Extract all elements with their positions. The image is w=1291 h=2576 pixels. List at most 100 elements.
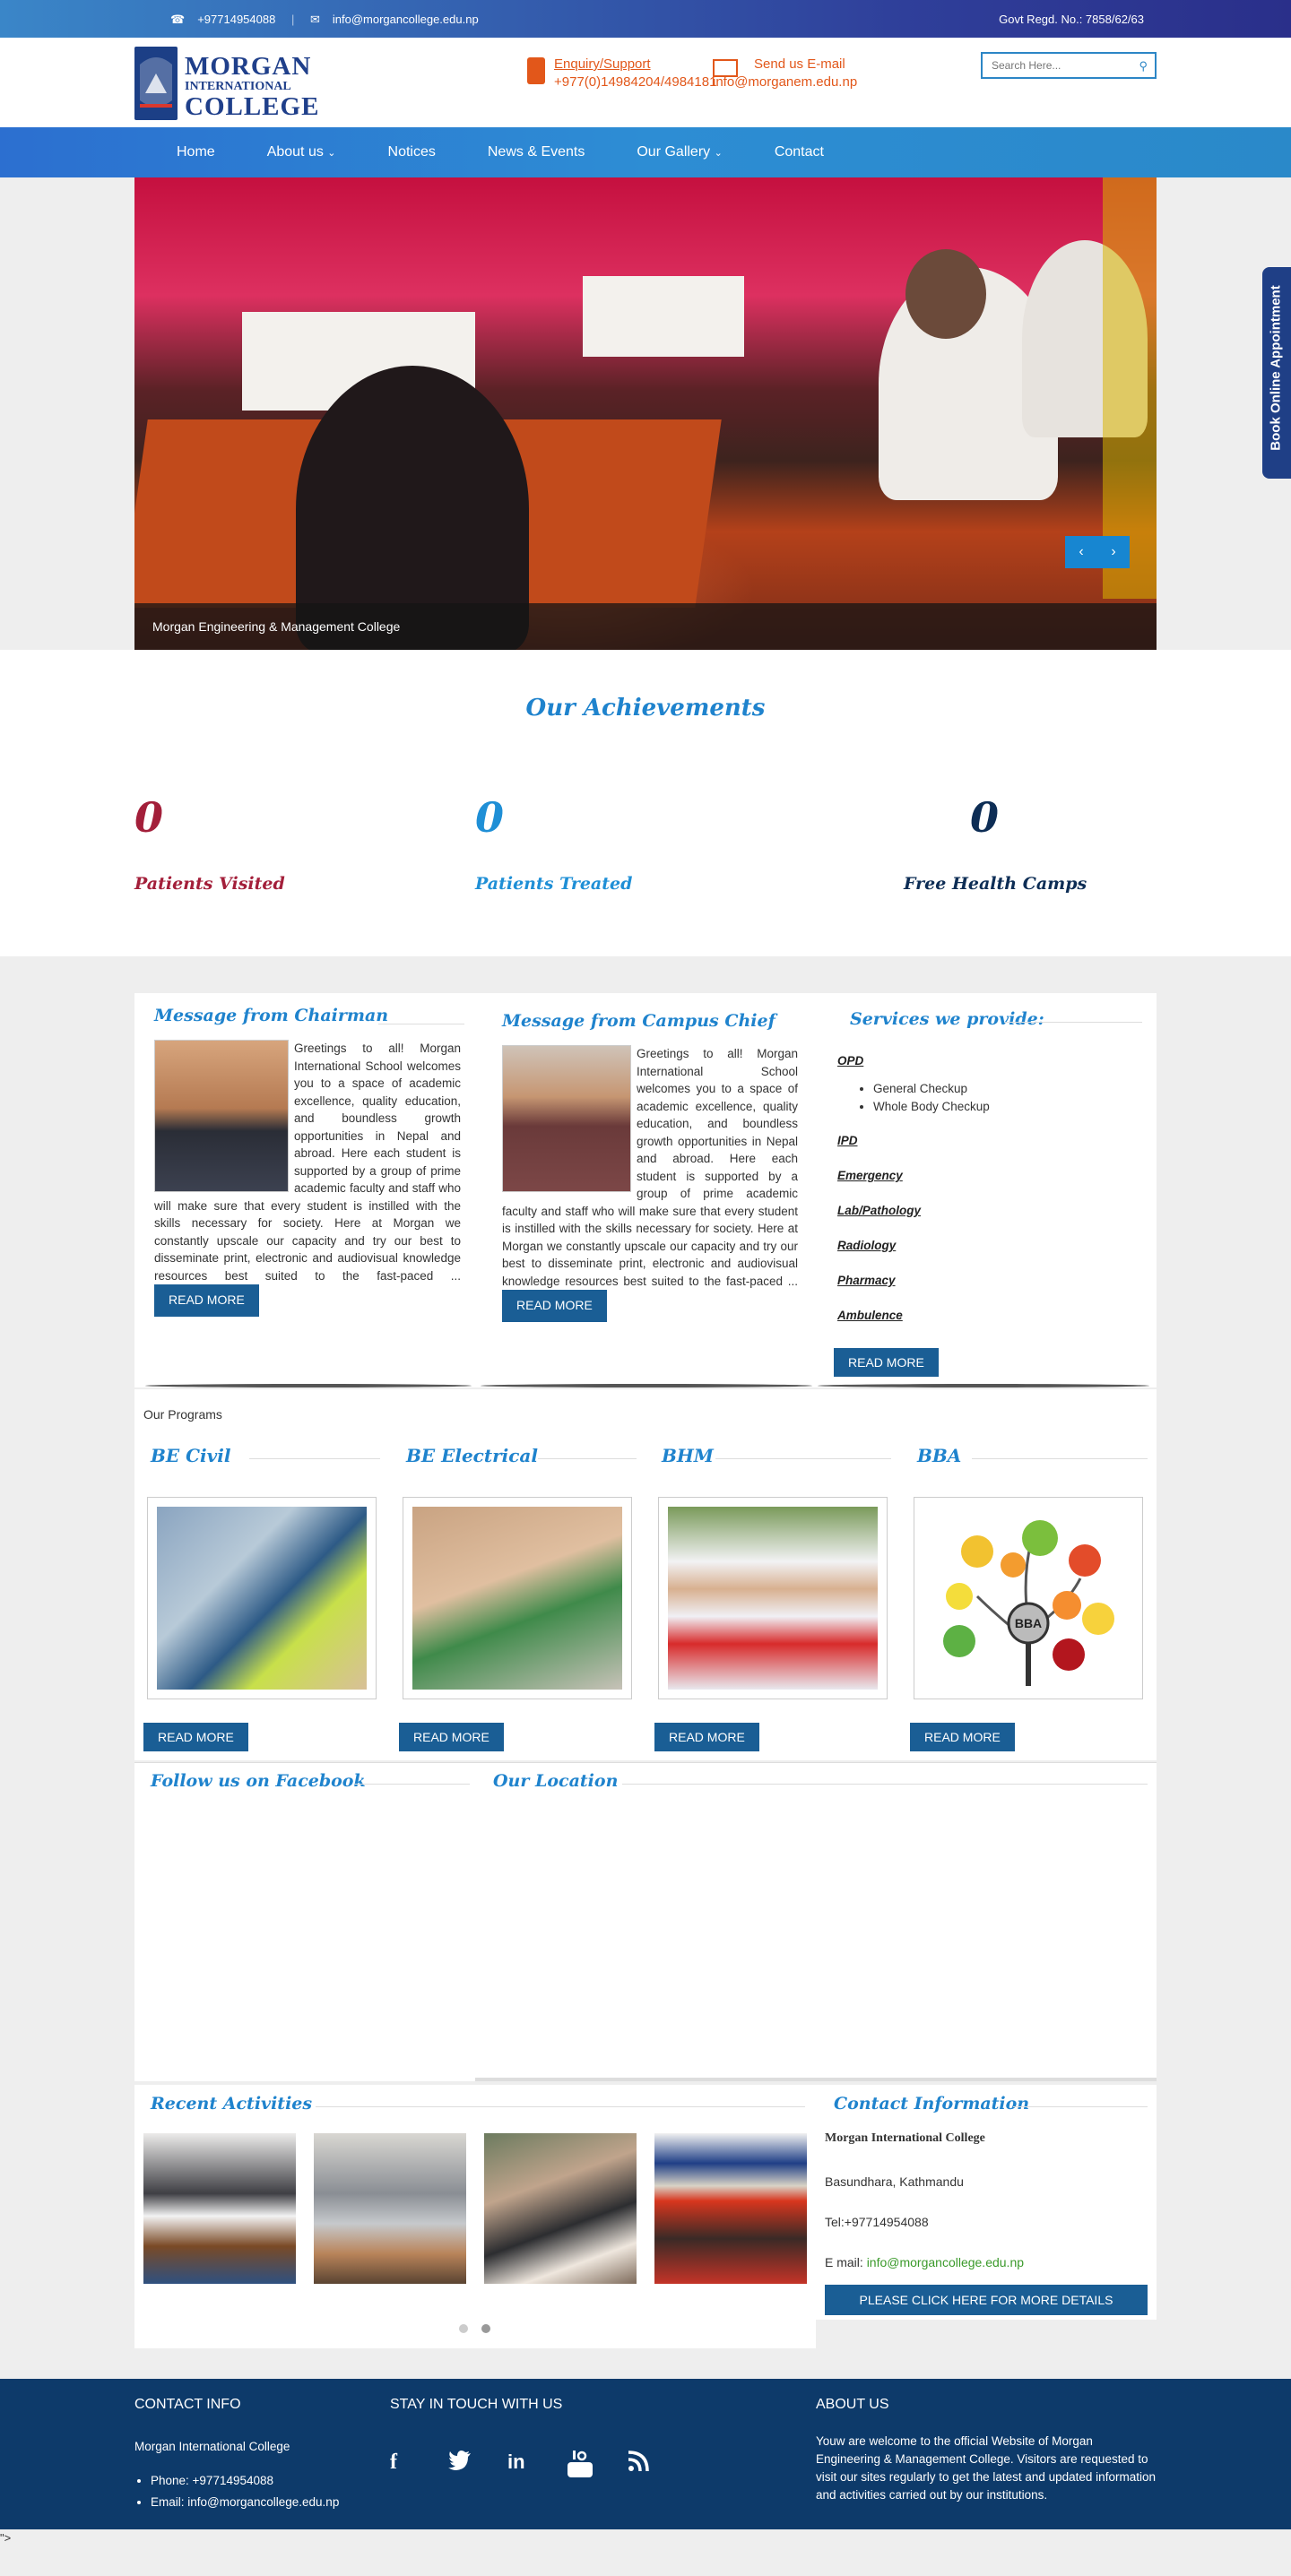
nav-news[interactable]: News & Events: [488, 127, 585, 177]
service-ipd[interactable]: IPD: [837, 1134, 1142, 1147]
slider-prev-button[interactable]: ‹: [1065, 536, 1097, 568]
top-bar: ☎ +97714954088 | ✉ info@morgancollege.edu.…: [0, 0, 1291, 38]
activity-photo[interactable]: [484, 2133, 637, 2284]
activity-photo[interactable]: [314, 2133, 466, 2284]
slide-caption: Morgan Engineering & Management College: [134, 603, 1157, 650]
facebook-icon[interactable]: f: [390, 2451, 397, 2475]
activity-photo[interactable]: [143, 2133, 296, 2284]
contact-email-link[interactable]: info@morgancollege.edu.np: [867, 2255, 1024, 2269]
contact-address: Basundhara, Kathmandu: [825, 2174, 964, 2189]
nav-notices[interactable]: Notices: [388, 127, 436, 177]
contact-title: Contact Information: [834, 2094, 1030, 2114]
topbar-phone[interactable]: +97714954088: [197, 13, 275, 26]
program-image: [412, 1507, 622, 1690]
nav-gallery-label: Our Gallery: [637, 144, 711, 160]
chairman-panel: Message from Chairman Greetings to all! …: [143, 993, 472, 1384]
phone-icon: ☎: [170, 13, 186, 26]
activity-photo[interactable]: [654, 2133, 807, 2284]
achievement-label: Patients Treated: [475, 874, 633, 894]
main-nav: Home About us ⌄ Notices News & Events Ou…: [0, 127, 1291, 177]
topbar-email[interactable]: info@morgancollege.edu.np: [333, 13, 479, 26]
program-title[interactable]: BE Electrical: [406, 1445, 538, 1466]
linkedin-icon[interactable]: in: [507, 2451, 525, 2474]
program-title[interactable]: BHM: [662, 1445, 714, 1466]
book-label: Book Online Appointment: [1268, 285, 1284, 451]
site-footer: CONTACT INFO Morgan International Colleg…: [0, 2379, 1291, 2529]
college-logo[interactable]: MORGAN INTERNATIONAL COLLEGE: [134, 47, 318, 120]
envelope-icon: [713, 59, 738, 77]
contact-email-label: E mail:: [825, 2255, 867, 2269]
service-ambulence[interactable]: Ambulence: [837, 1309, 1142, 1322]
services-panel: Services we provide: OPD General Checkup…: [828, 993, 1151, 1384]
program-card[interactable]: [403, 1497, 632, 1699]
campus-chief-read-more[interactable]: READ MORE: [502, 1290, 607, 1322]
enquiry-block[interactable]: Enquiry/Support +977(0)14984204/4984181: [527, 56, 716, 91]
nav-home[interactable]: Home: [177, 127, 215, 177]
twitter-icon[interactable]: [448, 2451, 472, 2477]
services-read-more[interactable]: READ MORE: [834, 1348, 939, 1377]
footer-about-heading: ABOUT US: [816, 2397, 889, 2412]
program-card[interactable]: BBA: [914, 1497, 1143, 1699]
carousel-dot-active[interactable]: [481, 2324, 490, 2333]
logo-title: MORGAN: [185, 52, 312, 81]
program-read-more[interactable]: READ MORE: [654, 1723, 759, 1751]
footer-email[interactable]: Email: info@morgancollege.edu.np: [151, 2492, 339, 2513]
location-title: Our Location: [493, 1771, 619, 1791]
carousel-dot[interactable]: [459, 2324, 468, 2333]
service-item: Whole Body Checkup: [873, 1098, 1142, 1116]
nav-contact[interactable]: Contact: [775, 127, 824, 177]
chairman-photo: [154, 1040, 289, 1192]
search-box: ⚲: [981, 52, 1157, 79]
program-card[interactable]: [147, 1497, 377, 1699]
programs-heading: Our Programs: [143, 1407, 222, 1422]
achievement-label: Free Health Camps: [904, 874, 1087, 894]
service-opd[interactable]: OPD: [837, 1054, 1142, 1068]
program-title[interactable]: BBA: [917, 1445, 961, 1466]
program-read-more[interactable]: READ MORE: [910, 1723, 1015, 1751]
chevron-down-icon: ⌄: [714, 148, 723, 159]
service-item: General Checkup: [873, 1080, 1142, 1098]
achievement-value: 0: [134, 793, 164, 842]
footer-contact-heading: CONTACT INFO: [134, 2397, 241, 2412]
achievements-section: Our Achievements 0 Patients Visited 0 Pa…: [0, 650, 1291, 956]
enquiry-label: Enquiry/Support: [554, 56, 651, 72]
service-emergency[interactable]: Emergency: [837, 1169, 1142, 1182]
book-appointment-tab[interactable]: Book Online Appointment: [1262, 267, 1291, 479]
service-pharmacy[interactable]: Pharmacy: [837, 1274, 1142, 1287]
program-read-more[interactable]: READ MORE: [399, 1723, 504, 1751]
contact-name: Morgan International College: [825, 2131, 985, 2145]
slide-table-cloth: [583, 276, 744, 357]
youtube-icon[interactable]: [568, 2451, 593, 2484]
program-image: [157, 1507, 367, 1690]
social-location-section: [134, 1762, 1157, 2081]
hero-slider[interactable]: ‹ › Morgan Engineering & Management Coll…: [134, 177, 1157, 650]
achievements-title: Our Achievements: [525, 695, 766, 722]
search-input[interactable]: [983, 54, 1126, 77]
chevron-down-icon: ⌄: [327, 148, 336, 159]
program-read-more[interactable]: READ MORE: [143, 1723, 248, 1751]
slide-person: [905, 249, 986, 339]
footer-college: Morgan International College: [134, 2440, 290, 2453]
slider-next-button[interactable]: ›: [1097, 536, 1130, 568]
panel-shadow: [145, 1384, 472, 1387]
nav-about[interactable]: About us ⌄: [267, 127, 336, 178]
mail-icon: ✉: [309, 13, 320, 26]
email-block[interactable]: Send us E-mail info@morganem.edu.np: [713, 56, 857, 91]
program-image: BBA: [923, 1507, 1133, 1690]
divider: |: [290, 13, 295, 26]
search-icon[interactable]: ⚲: [1139, 59, 1148, 73]
chairman-read-more[interactable]: READ MORE: [154, 1284, 259, 1317]
service-lab[interactable]: Lab/Pathology: [837, 1204, 1142, 1217]
program-title[interactable]: BE Civil: [151, 1445, 230, 1466]
stray-text: ">: [0, 2531, 12, 2545]
contact-details-button[interactable]: PLEASE CLICK HERE FOR MORE DETAILS: [825, 2285, 1148, 2315]
program-card[interactable]: [658, 1497, 888, 1699]
nav-gallery[interactable]: Our Gallery ⌄: [637, 127, 722, 178]
chairman-title: Message from Chairman: [154, 1006, 389, 1025]
logo-shield-icon: [134, 47, 178, 120]
panel-shadow: [818, 1384, 1149, 1387]
services-title: Services we provide:: [850, 1009, 1044, 1029]
service-radiology[interactable]: Radiology: [837, 1239, 1142, 1252]
rss-icon[interactable]: [628, 2451, 649, 2478]
footer-phone: Phone: +97714954088: [151, 2470, 339, 2492]
